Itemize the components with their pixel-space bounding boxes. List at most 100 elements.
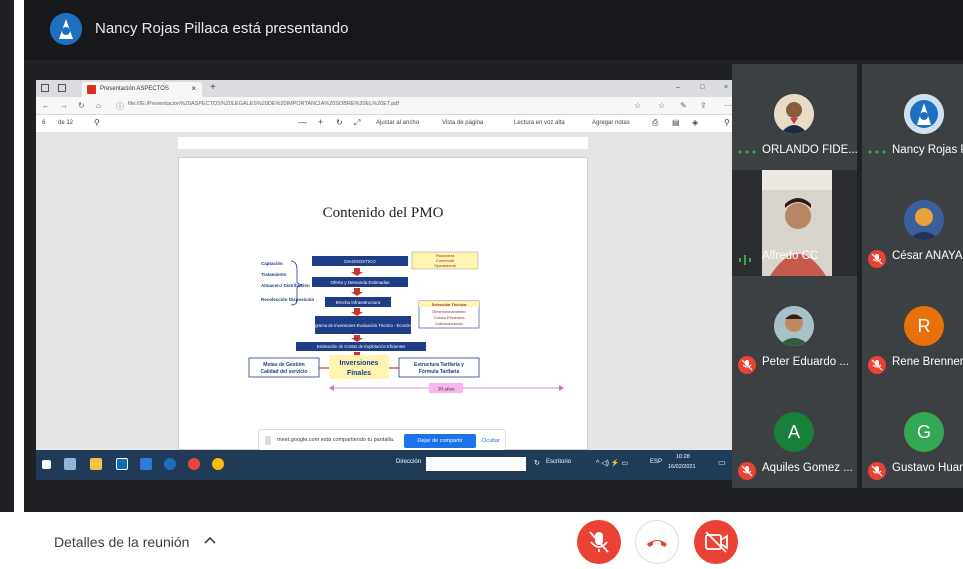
notifications-icon[interactable]: ▭ (718, 458, 726, 467)
leave-call-button[interactable] (635, 520, 679, 564)
more-icon[interactable]: ⋯ (724, 101, 732, 110)
mic-off-icon (589, 531, 609, 553)
participant-name: Peter Eduardo ... (762, 356, 849, 368)
step-label: Oferta y Demanda Estimadas (330, 280, 390, 285)
app-icon[interactable] (140, 458, 152, 470)
shared-screen: Presentación ASPECTOS × + – □ × ← → ↻ ⌂ … (36, 80, 748, 480)
microphone-toggle-button[interactable] (577, 520, 621, 564)
goal-left-text: Calidad del servicio (261, 369, 308, 375)
participant-tile[interactable]: R Rene Brenner (862, 276, 963, 382)
refresh-icon[interactable]: ↻ (78, 101, 85, 110)
desktop-label[interactable]: Escritorio (546, 459, 571, 465)
chrome-icon-2[interactable] (212, 458, 224, 470)
edge-icon[interactable] (116, 458, 128, 470)
goal-left-text: Metas de Gestión (263, 362, 304, 368)
add-notes-button[interactable]: Agregar notas (592, 120, 630, 126)
presenter-avatar (50, 13, 82, 45)
explorer-icon[interactable] (90, 458, 102, 470)
refresh-icon[interactable]: ↻ (534, 459, 540, 467)
pdf-toolbar: 6 de 12 ⚲ — + ↻ ⤢ Ajustar al ancho Vista… (36, 115, 748, 133)
back-arrow-icon[interactable]: ← (42, 101, 50, 110)
camera-toggle-button[interactable] (694, 520, 738, 564)
audio-level-icon (739, 255, 751, 265)
print-icon[interactable]: ⎙ (652, 118, 658, 128)
financial-item: Operacional (434, 263, 456, 268)
forward-arrow-icon[interactable]: → (60, 101, 68, 110)
tab-title: Presentación ASPECTOS (100, 86, 169, 92)
down-arrow (351, 268, 363, 276)
task-view-icon[interactable] (64, 458, 76, 470)
save-as-icon[interactable]: ◈ (692, 118, 698, 127)
chrome-icon[interactable] (188, 458, 200, 470)
rotate-icon[interactable]: ↻ (336, 118, 343, 127)
mic-off-icon (868, 356, 886, 374)
share-icon[interactable]: ⇪ (700, 101, 707, 110)
left-item: Almacen./ Distribución (261, 283, 310, 288)
left-item: Captación (261, 261, 283, 266)
goal-center-text: Inversiones (340, 360, 379, 367)
participant-name: Rene Brenner (892, 356, 963, 368)
read-aloud-button[interactable]: Lectura en voz alta (514, 120, 565, 126)
stop-sharing-button[interactable]: Dejar de compartir (404, 434, 476, 448)
participant-tile[interactable]: G Gustavo Huar (862, 382, 963, 488)
pin-toolbar-icon[interactable]: ⚲ (724, 118, 730, 127)
down-arrow (351, 288, 363, 296)
save-icon[interactable]: ▤ (672, 118, 680, 127)
avatar: R (904, 306, 944, 346)
app-logo-icon[interactable] (164, 458, 176, 470)
goal-right-text: Fórmula Tarifaria (419, 369, 460, 375)
new-tab-button[interactable]: + (210, 82, 216, 93)
hide-notice-button[interactable]: Ocultar (482, 438, 500, 444)
pdf-viewer[interactable]: Contenido del PMO Captación Tratamiento … (36, 133, 736, 450)
taskbar-address-field[interactable] (426, 457, 526, 471)
participant-grid: ORLANDO FIDE... Nancy Rojas P Alfredo CC… (732, 64, 963, 489)
mic-off-icon (868, 250, 886, 268)
zoom-in-icon[interactable]: + (318, 117, 323, 127)
goal-center-text: Finales (347, 370, 371, 377)
meeting-details-button[interactable]: Detalles de la reunión (54, 534, 189, 550)
drag-handle-icon[interactable] (265, 436, 271, 445)
windows-start-icon[interactable] (42, 460, 51, 469)
participant-name: Alfredo CC (762, 250, 819, 262)
tabs-aside-icon[interactable] (58, 84, 66, 92)
close-window-button[interactable]: × (724, 84, 728, 91)
page-number[interactable]: 6 (42, 120, 45, 126)
hang-up-icon (647, 540, 667, 547)
fullscreen-icon[interactable]: ⤢ (354, 118, 360, 128)
minimize-button[interactable]: – (676, 84, 680, 91)
zoom-out-icon[interactable]: — (298, 117, 307, 127)
tray-icons[interactable]: ^ ◁) ⚡ ▭ (596, 459, 628, 467)
page-view-button[interactable]: Vista de página (442, 120, 483, 126)
browser-tab[interactable]: Presentación ASPECTOS × (82, 82, 202, 97)
url-field[interactable]: file:///E:/Presentacion%20ASPECTOS%20LEG… (128, 101, 628, 111)
favorite-icon[interactable]: ☆ (634, 101, 641, 110)
favorites-bar-icon[interactable]: ☆ (658, 101, 665, 110)
participant-tile[interactable]: ORLANDO FIDE... (732, 64, 858, 170)
participant-tile[interactable]: César ANAYA (862, 170, 963, 276)
speaking-dots-icon (738, 150, 756, 154)
pmo-diagram: Captación Tratamiento Almacen./ Distribu… (248, 251, 564, 393)
home-icon[interactable]: ⌂ (96, 101, 101, 110)
chevron-up-icon[interactable] (204, 536, 216, 544)
fit-width-button[interactable]: Ajustar al ancho (376, 120, 419, 126)
tab-close-icon[interactable]: × (191, 84, 196, 93)
participant-tile[interactable]: Alfredo CC (732, 170, 857, 276)
technical-item: Dimensionamiento (432, 309, 466, 314)
down-arrow (351, 335, 363, 342)
search-icon[interactable]: ⚲ (94, 118, 100, 127)
windows-taskbar: Dirección ↻ Escritorio ^ ◁) ⚡ ▭ ESP 10:2… (36, 450, 748, 480)
technical-item: Costos Eficientes (434, 315, 465, 320)
clock-time[interactable]: 10:28 (676, 454, 690, 460)
info-icon: ⓘ (116, 102, 124, 111)
participant-tile[interactable]: Nancy Rojas P (862, 64, 963, 170)
screen-share-notice: meet.google.com está compartiendo tu pan… (258, 429, 506, 451)
participant-name: Aquiles Gomez ... (762, 462, 853, 474)
language-indicator[interactable]: ESP (650, 459, 662, 465)
participant-tile[interactable]: Peter Eduardo ... (732, 276, 857, 382)
mic-off-icon (738, 356, 756, 374)
clock-date[interactable]: 16/02/2021 (668, 464, 696, 470)
pen-icon[interactable]: ✎ (680, 101, 687, 110)
participant-tile[interactable]: A Aquiles Gomez ... (732, 382, 857, 488)
tab-actions-icon[interactable] (41, 84, 49, 92)
maximize-button[interactable]: □ (700, 84, 704, 91)
